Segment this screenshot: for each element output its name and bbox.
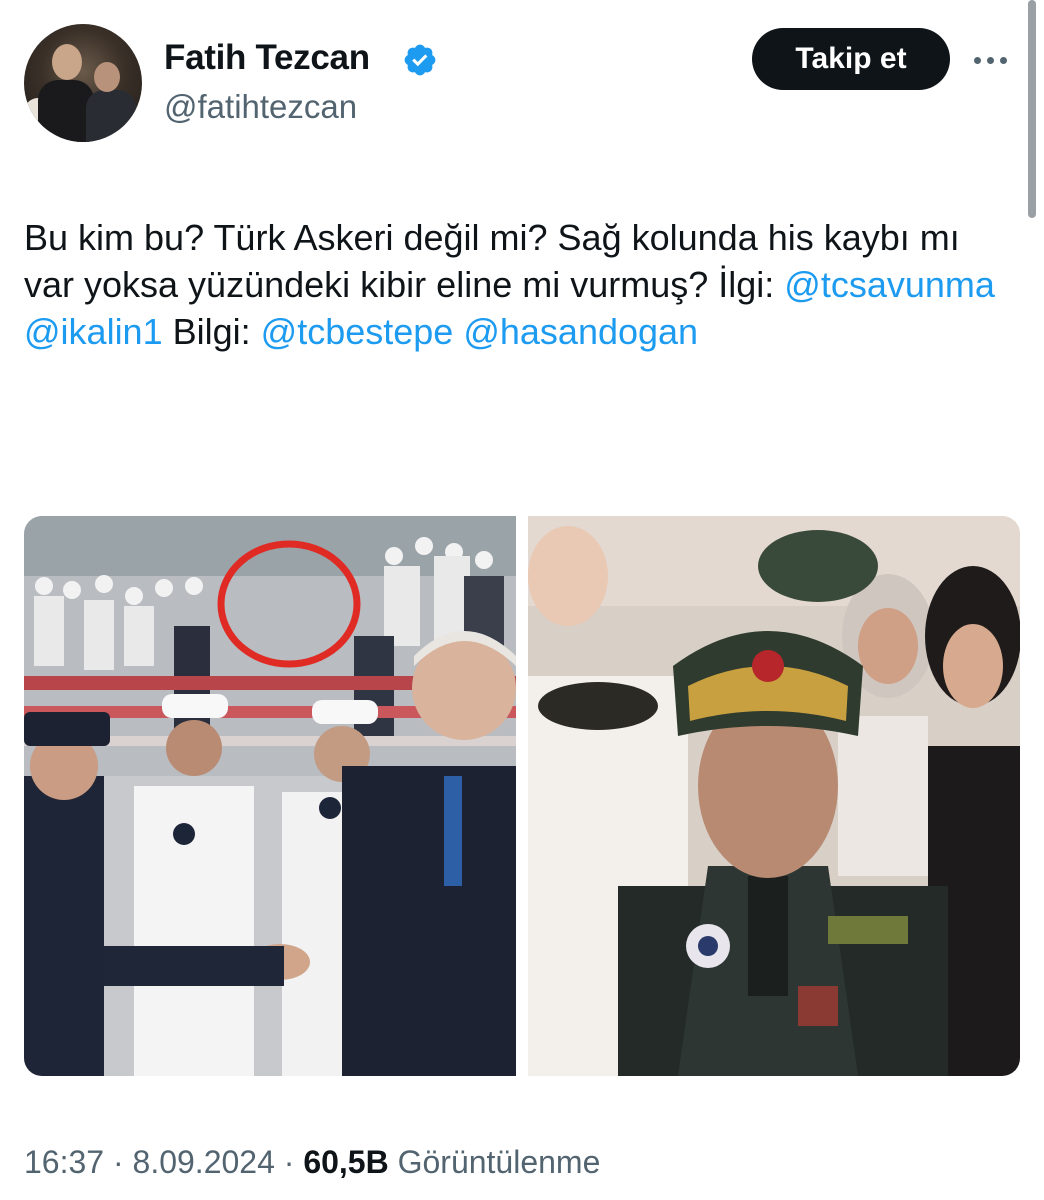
- zoom-photo: [528, 516, 1020, 1076]
- views-label: Görüntülenme: [388, 1144, 601, 1180]
- meta-separator: ·: [274, 1144, 304, 1180]
- tweet-text: Bu kim bu? Türk Askeri değil mi? Sağ kol…: [24, 214, 1014, 355]
- tweet-photo-ceremony[interactable]: [24, 516, 516, 1076]
- author-avatar[interactable]: [24, 24, 142, 142]
- verified-badge-icon: [404, 44, 436, 76]
- author-handle[interactable]: @fatihtezcan: [164, 88, 357, 126]
- mention-link[interactable]: @ikalin1: [24, 311, 163, 352]
- avatar-face: [52, 44, 82, 80]
- tweet-text-part: Bilgi:: [162, 311, 261, 352]
- avatar-figure: [86, 90, 136, 142]
- dot: [1000, 56, 1007, 64]
- ceremony-photo: [24, 516, 516, 1076]
- dot: [987, 56, 994, 64]
- mention-link[interactable]: @tcbestepe: [261, 311, 454, 352]
- avatar-face: [94, 62, 120, 92]
- views-count: 60,5B: [303, 1144, 389, 1180]
- tweet-date[interactable]: 8.09.2024: [133, 1144, 275, 1180]
- tweet-meta: 16:37 · 8.09.2024 · 60,5B Görüntülenme: [24, 1144, 600, 1181]
- tweet-photo-zoom[interactable]: [528, 516, 1020, 1076]
- mention-link[interactable]: @tcsavunma: [784, 264, 995, 305]
- dot: [974, 56, 981, 64]
- tweet-time[interactable]: 16:37: [24, 1144, 104, 1180]
- follow-button[interactable]: Takip et: [752, 28, 950, 90]
- scrollbar[interactable]: [1028, 0, 1036, 218]
- meta-separator: ·: [104, 1144, 133, 1180]
- more-horizontal-icon[interactable]: [974, 50, 1016, 70]
- mention-link[interactable]: @hasandogan: [463, 311, 698, 352]
- author-name[interactable]: Fatih Tezcan: [164, 38, 370, 78]
